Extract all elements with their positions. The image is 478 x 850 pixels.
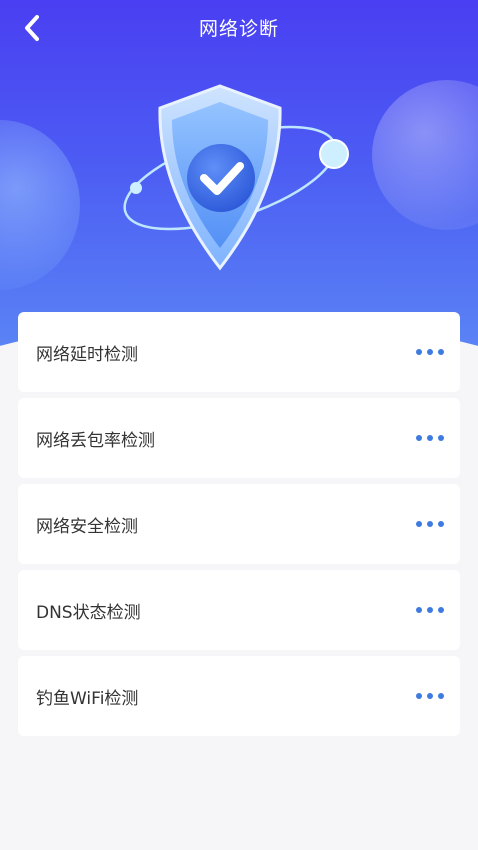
list-item-label: 网络延时检测 (36, 344, 138, 365)
list-item-label: 网络安全检测 (36, 516, 138, 537)
hero-banner: 网络诊断 (0, 0, 478, 360)
list-item-label: 网络丢包率检测 (36, 430, 155, 451)
page-title: 网络诊断 (198, 18, 279, 40)
diagnosis-list: 网络延时检测 网络丢包率检测 网络安全检测 DNS状态检测 钓鱼WiFi检测 (18, 312, 460, 742)
shield-check-icon (123, 84, 349, 271)
decorative-bubble (372, 80, 478, 230)
more-dots-icon[interactable] (416, 435, 444, 441)
list-item-packet-loss-test[interactable]: 网络丢包率检测 (18, 398, 460, 478)
more-dots-icon[interactable] (416, 349, 444, 355)
list-item-phishing-wifi-test[interactable]: 钓鱼WiFi检测 (18, 656, 460, 736)
more-dots-icon[interactable] (416, 693, 444, 699)
list-item-dns-test[interactable]: DNS状态检测 (18, 570, 460, 650)
decorative-bubble (0, 120, 80, 290)
list-item-security-test[interactable]: 网络安全检测 (18, 484, 460, 564)
list-item-label: DNS状态检测 (36, 602, 141, 623)
list-item-latency-test[interactable]: 网络延时检测 (18, 312, 460, 392)
more-dots-icon[interactable] (416, 521, 444, 527)
list-item-label: 钓鱼WiFi检测 (36, 688, 139, 709)
more-dots-icon[interactable] (416, 607, 444, 613)
